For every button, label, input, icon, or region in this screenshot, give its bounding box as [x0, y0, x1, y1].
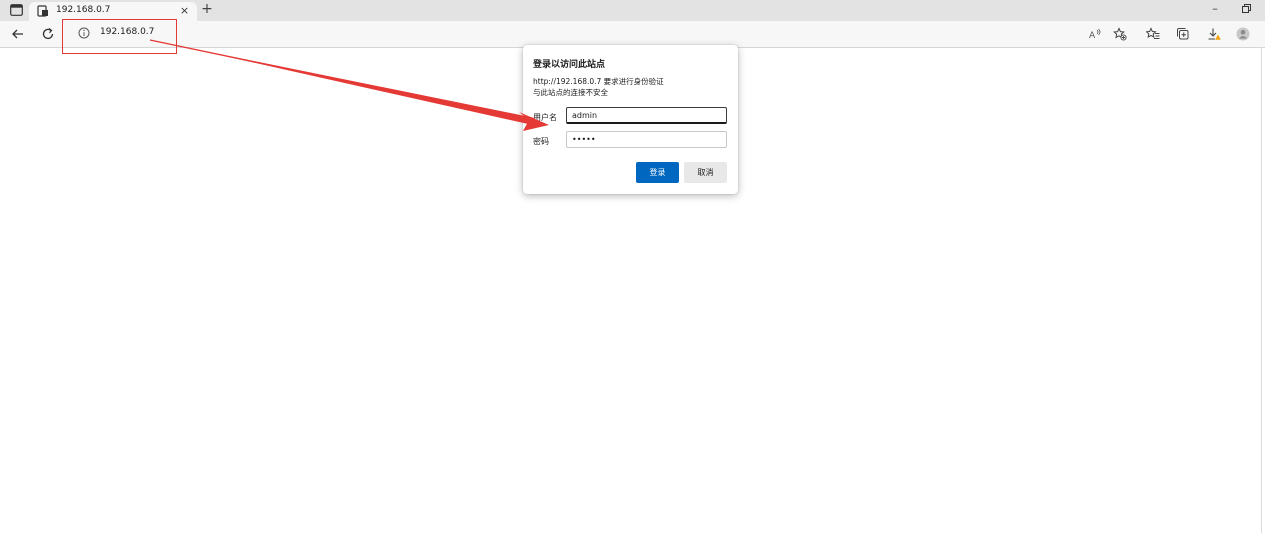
- tab-actions-icon[interactable]: [10, 4, 23, 16]
- profile-icon[interactable]: [1236, 27, 1250, 41]
- dialog-message-auth: http://192.168.0.7 要求进行身份验证: [533, 77, 664, 86]
- username-label: 用户名: [533, 113, 557, 122]
- password-field[interactable]: •••••: [566, 131, 727, 148]
- downloads-icon[interactable]: [1207, 27, 1221, 41]
- auth-dialog: 登录以访问此站点 http://192.168.0.7 要求进行身份验证 与此站…: [523, 45, 738, 194]
- collections-icon[interactable]: [1176, 27, 1190, 41]
- restore-window-icon[interactable]: [1240, 3, 1252, 15]
- dialog-title: 登录以访问此站点: [533, 60, 606, 70]
- username-field[interactable]: admin: [566, 107, 727, 124]
- browser-toolbar: 192.168.0.7 A: [0, 21, 1265, 48]
- new-tab-button[interactable]: +: [200, 2, 214, 18]
- add-favorite-icon[interactable]: [1113, 27, 1127, 41]
- page-favicon-icon: [37, 5, 48, 17]
- page-edge: [1261, 47, 1262, 533]
- tab-title: 192.168.0.7: [56, 5, 111, 15]
- cancel-button[interactable]: 取消: [684, 162, 727, 183]
- password-label: 密码: [533, 137, 549, 146]
- minimize-button[interactable]: –: [1209, 2, 1221, 16]
- tab-close-icon[interactable]: ×: [179, 5, 190, 17]
- login-button[interactable]: 登录: [636, 162, 679, 183]
- back-arrow-icon[interactable]: [11, 27, 25, 41]
- favorites-icon[interactable]: [1146, 27, 1160, 41]
- tab-strip: 192.168.0.7 × + –: [0, 0, 1265, 21]
- dialog-message-insecure: 与此站点的连接不安全: [533, 88, 608, 97]
- svg-text:A: A: [1089, 31, 1096, 41]
- address-bar[interactable]: 192.168.0.7: [66, 23, 1076, 44]
- url-highlight-box: [62, 19, 177, 54]
- read-aloud-icon[interactable]: A: [1088, 27, 1102, 41]
- refresh-icon[interactable]: [41, 27, 55, 41]
